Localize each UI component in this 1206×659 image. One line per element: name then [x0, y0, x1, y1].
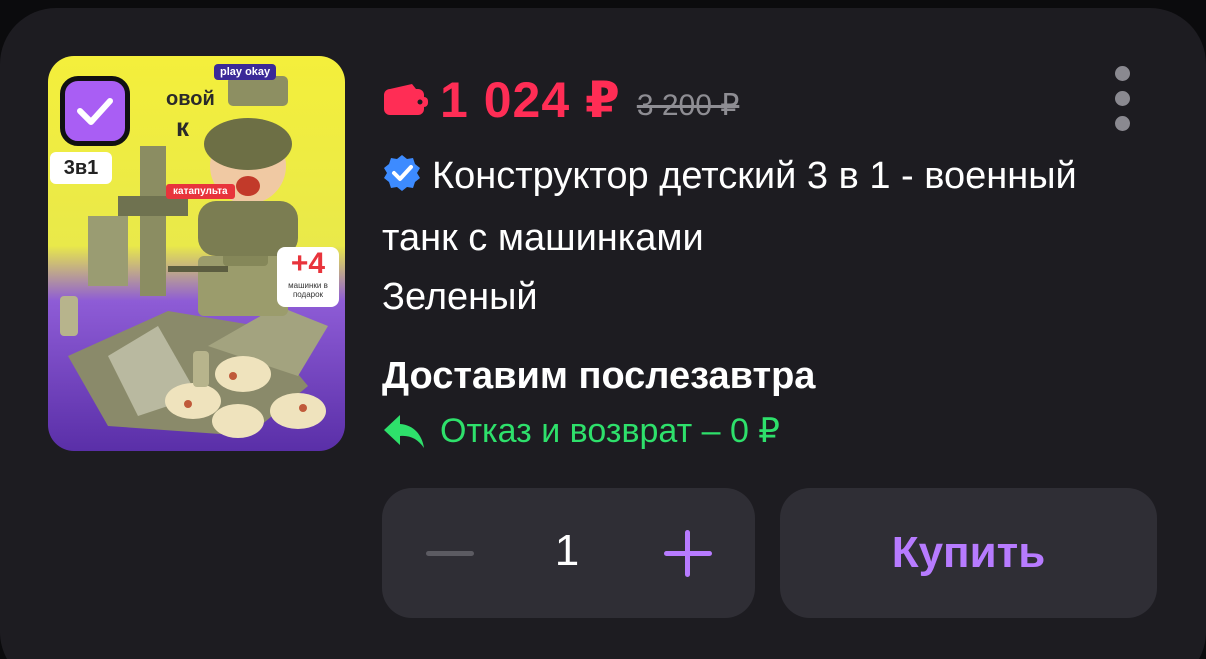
product-variant: Зеленый [382, 276, 538, 318]
three-in-one-badge: 3в1 [50, 152, 112, 184]
bonus-cars-badge: +4 машинки в подарок [277, 247, 339, 307]
current-price: 1 024 ₽ [440, 72, 621, 128]
catapult-tag: катапульта [166, 184, 235, 199]
verified-badge-icon [384, 155, 420, 191]
return-policy: Отказ и возврат – 0 ₽ [382, 411, 780, 451]
select-checkbox[interactable] [60, 76, 130, 146]
brand-badge: play okay [214, 64, 277, 80]
quantity-value: 1 [554, 526, 580, 575]
more-vertical-icon[interactable] [1106, 66, 1138, 136]
delivery-info: Доставим послезавтра [382, 355, 816, 397]
minus-icon[interactable] [422, 528, 478, 578]
product-card: play okay овой к 3в1 катапульта +4 машин… [0, 8, 1206, 659]
checkbox-check-icon [77, 98, 113, 125]
price-row: 1 024 ₽ 3 200 ₽ [382, 70, 739, 130]
image-caption-fragment: овой [166, 88, 215, 110]
old-price: 3 200 ₽ [636, 88, 740, 122]
image-caption-fragment: к [176, 112, 190, 142]
return-arrow-icon [384, 415, 424, 448]
buy-button[interactable]: Купить [780, 488, 1157, 618]
product-title[interactable]: Конструктор детский 3 в 1 - военный танк… [382, 145, 1082, 269]
return-policy-text: Отказ и возврат – 0 ₽ [440, 412, 780, 450]
bonus-count: +4 [290, 247, 326, 280]
product-title-text: Конструктор детский 3 в 1 - военный танк… [382, 155, 1077, 259]
quantity-stepper: 1 [382, 488, 755, 618]
wallet-icon [384, 84, 428, 115]
plus-icon[interactable] [660, 528, 716, 578]
bonus-caption: машинки в подарок [288, 281, 328, 299]
